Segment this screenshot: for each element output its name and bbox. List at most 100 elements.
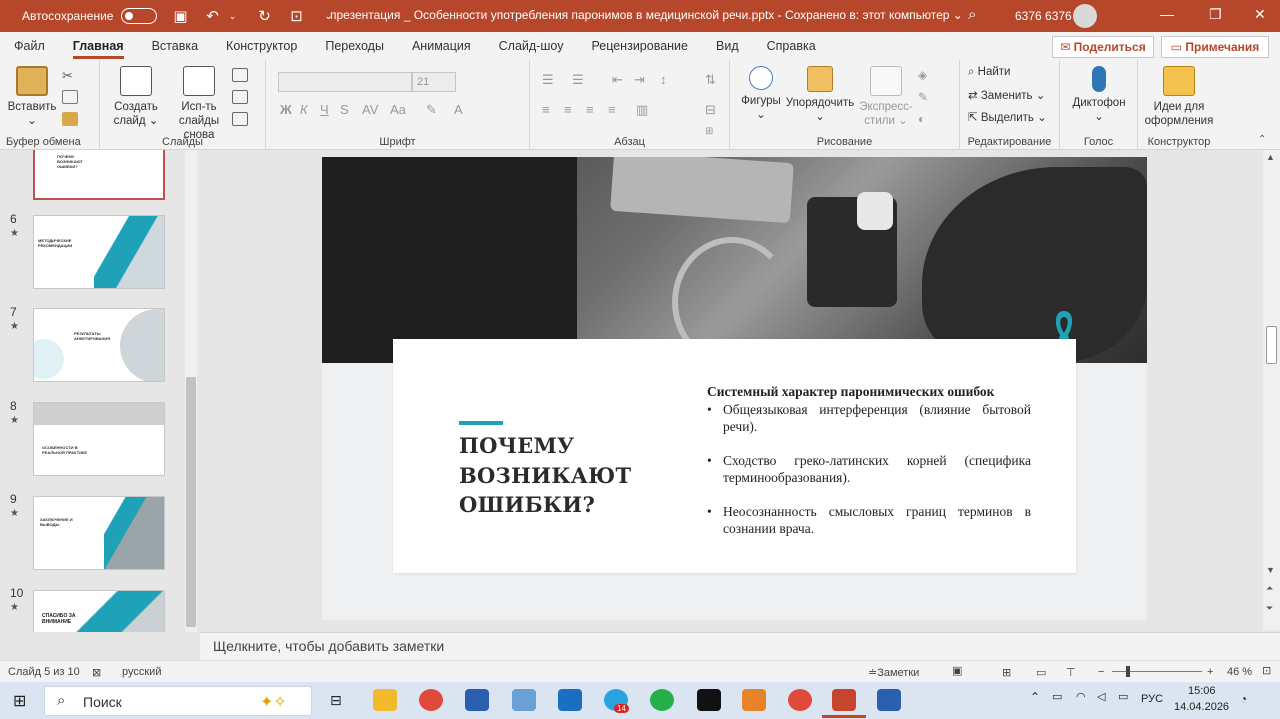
effects-icon[interactable]: ◐ — [918, 112, 934, 126]
accessibility-icon[interactable]: ⊠ — [92, 666, 101, 679]
thumbnail-9[interactable]: ЗАКЛЮЧЕНИЕ И ВЫВОДЫ — [33, 496, 165, 570]
volume-icon[interactable]: ◁ — [1097, 690, 1105, 703]
document-title[interactable]: презентация _ Особенности употребления п… — [330, 8, 963, 22]
prev-slide-icon[interactable]: ⏶ — [1266, 583, 1273, 594]
slide-scrollbar[interactable] — [1263, 150, 1280, 630]
align-text-icon[interactable]: ⊟ — [705, 102, 716, 118]
tab-view[interactable]: Вид — [702, 32, 753, 60]
text-direction-icon[interactable]: ⇅ — [705, 72, 716, 88]
slide-sorter-icon[interactable]: ⊞ — [1002, 666, 1011, 679]
quick-styles-button[interactable]: Экспресс- стили ⌄ — [854, 66, 918, 128]
presenter-icon[interactable]: ⊡ — [287, 7, 305, 25]
replace-button[interactable]: ⇄ Заменить ⌄ — [968, 88, 1045, 102]
notes-pane[interactable]: Щелкните, чтобы добавить заметки — [200, 632, 1280, 660]
whatsapp-icon[interactable] — [650, 689, 674, 711]
chrome-icon-2[interactable] — [788, 689, 812, 711]
search-icon[interactable]: ⌕ — [968, 6, 976, 23]
chevron-down-icon[interactable]: ⌄ — [223, 11, 241, 22]
shapes-button[interactable]: Фигуры ⌄ — [736, 66, 786, 122]
font-name-field[interactable] — [278, 72, 412, 92]
redo-icon[interactable]: ↻ — [255, 7, 273, 25]
language-indicator[interactable]: русский — [122, 666, 161, 678]
columns-icon[interactable]: ▥ — [636, 102, 648, 118]
app-icon[interactable] — [512, 689, 536, 711]
close-icon[interactable]: ✕ — [1254, 6, 1266, 23]
file-explorer-icon[interactable] — [373, 689, 397, 711]
decrease-indent-icon[interactable]: ⇤ — [612, 72, 623, 88]
maximize-icon[interactable]: ❐ — [1209, 6, 1222, 23]
paste-button[interactable]: Вставить ⌄ — [6, 66, 58, 128]
start-icon[interactable]: ⊞ — [13, 691, 26, 711]
tab-review[interactable]: Рецензирование — [577, 32, 702, 60]
line-spacing-icon[interactable]: ↕ — [660, 72, 667, 87]
outlook-icon[interactable] — [558, 689, 582, 711]
tab-home[interactable]: Главная — [59, 32, 138, 60]
align-right-icon[interactable]: ≡ — [586, 102, 594, 117]
italic-button[interactable]: К — [300, 102, 308, 117]
chrome-icon[interactable] — [419, 689, 443, 711]
notion-icon[interactable] — [697, 689, 721, 711]
thumbnail-8[interactable]: ОСОБЕННОСТИ В РЕАЛЬНОЙ ПРАКТИКЕ — [33, 402, 165, 476]
scroll-up-icon[interactable]: ▲ — [1266, 152, 1275, 162]
thumbnail-6[interactable]: МЕТОДИЧЕСКИЕ РЕКОМЕНДАЦИИ — [33, 215, 165, 289]
new-slide-button[interactable]: Создать слайд ⌄ — [106, 66, 166, 128]
find-button[interactable]: ⌕ Найти — [968, 66, 1010, 79]
tray-chevron-icon[interactable]: ⌃ — [1030, 690, 1040, 704]
strikethrough-button[interactable]: S — [340, 102, 349, 117]
slide-canvas[interactable]: ПОЧЕМУ ВОЗНИКАЮТ ОШИБКИ? Системный харак… — [322, 157, 1147, 620]
minimize-icon[interactable]: — — [1160, 6, 1174, 22]
user-name[interactable]: 6376 6376 — [1015, 9, 1072, 23]
zoom-level[interactable]: 46 % — [1227, 666, 1252, 678]
notes-toggle[interactable]: ≐Заметки — [868, 666, 919, 679]
store-icon[interactable] — [465, 689, 489, 711]
change-case-button[interactable]: Aa — [390, 102, 406, 117]
font-color-button[interactable]: A — [454, 102, 463, 117]
zoom-out-icon[interactable]: − — [1098, 666, 1104, 678]
clock-time[interactable]: 15:06 — [1188, 685, 1216, 697]
thumbnail-7[interactable]: РЕЗУЛЬТАТЫ АНКЕТИРОВАНИЯ — [33, 308, 165, 382]
justify-icon[interactable]: ≡ — [608, 102, 616, 117]
increase-indent-icon[interactable]: ⇥ — [634, 72, 645, 88]
bullets-icon[interactable]: ☰ — [542, 72, 554, 88]
slideshow-view-icon[interactable]: ⊤ — [1066, 666, 1076, 679]
tab-transitions[interactable]: Переходы — [311, 32, 398, 60]
dictate-button[interactable]: Диктофон ⌄ — [1068, 66, 1130, 124]
collapse-ribbon-icon[interactable]: ⌃ — [1258, 134, 1266, 145]
comments-button[interactable]: ▭ Примечания — [1161, 36, 1269, 58]
arrange-button[interactable]: Упорядочить ⌄ — [784, 66, 856, 124]
word-icon[interactable] — [877, 689, 901, 711]
slide-heading[interactable]: ПОЧЕМУ ВОЗНИКАЮТ ОШИБКИ? — [459, 431, 659, 520]
copy-icon[interactable] — [62, 90, 78, 104]
format-painter-icon[interactable] — [62, 112, 78, 126]
normal-view-icon[interactable]: ▣ — [952, 664, 962, 677]
battery-icon[interactable]: ▭ — [1118, 690, 1128, 703]
select-button[interactable]: ⇱ Выделить ⌄ — [968, 110, 1047, 124]
task-view-icon[interactable]: ⊟ — [330, 692, 342, 709]
wifi-icon[interactable]: ◠ — [1076, 690, 1086, 703]
thumbnail-5[interactable]: ПОЧЕМУ ВОЗНИКАЮТ ОШИБКИ? — [33, 150, 165, 200]
notifications-icon[interactable]: ◔ — [1240, 692, 1247, 706]
tab-file[interactable]: Файл — [0, 32, 59, 60]
align-left-icon[interactable]: ≡ — [542, 102, 550, 117]
sublime-icon[interactable] — [742, 689, 766, 711]
underline-button[interactable]: Ч — [320, 102, 329, 117]
autosave-toggle[interactable] — [121, 8, 158, 24]
fill-icon[interactable]: ◈ — [918, 68, 934, 82]
thumbnail-scrollbar-thumb[interactable] — [186, 377, 196, 627]
numbering-icon[interactable]: ☰ — [572, 72, 584, 88]
thumbnail-10[interactable]: СПАСИБО ЗА ВНИМАНИЕ — [33, 590, 165, 632]
slide-body-text[interactable]: Системный характер паронимических ошибок… — [707, 383, 1031, 537]
save-icon[interactable]: ▣ — [171, 7, 189, 25]
taskbar-search[interactable]: ⌕ Поиск ✦✧ — [44, 686, 312, 716]
zoom-in-icon[interactable]: + — [1207, 666, 1213, 678]
slide-scrollbar-thumb[interactable] — [1266, 326, 1277, 364]
outline-icon[interactable]: ✎ — [918, 90, 934, 104]
reading-view-icon[interactable]: ▭ — [1036, 666, 1046, 679]
reset-icon[interactable] — [232, 90, 248, 104]
share-button[interactable]: ✉ Поделиться — [1052, 36, 1154, 58]
network-icon[interactable]: ▭ — [1052, 690, 1062, 703]
cut-icon[interactable]: ✂ — [62, 68, 78, 83]
undo-icon[interactable]: ↶ — [203, 7, 221, 25]
char-spacing-button[interactable]: AV — [362, 102, 378, 117]
clock-date[interactable]: 14.04.2026 — [1174, 701, 1229, 713]
